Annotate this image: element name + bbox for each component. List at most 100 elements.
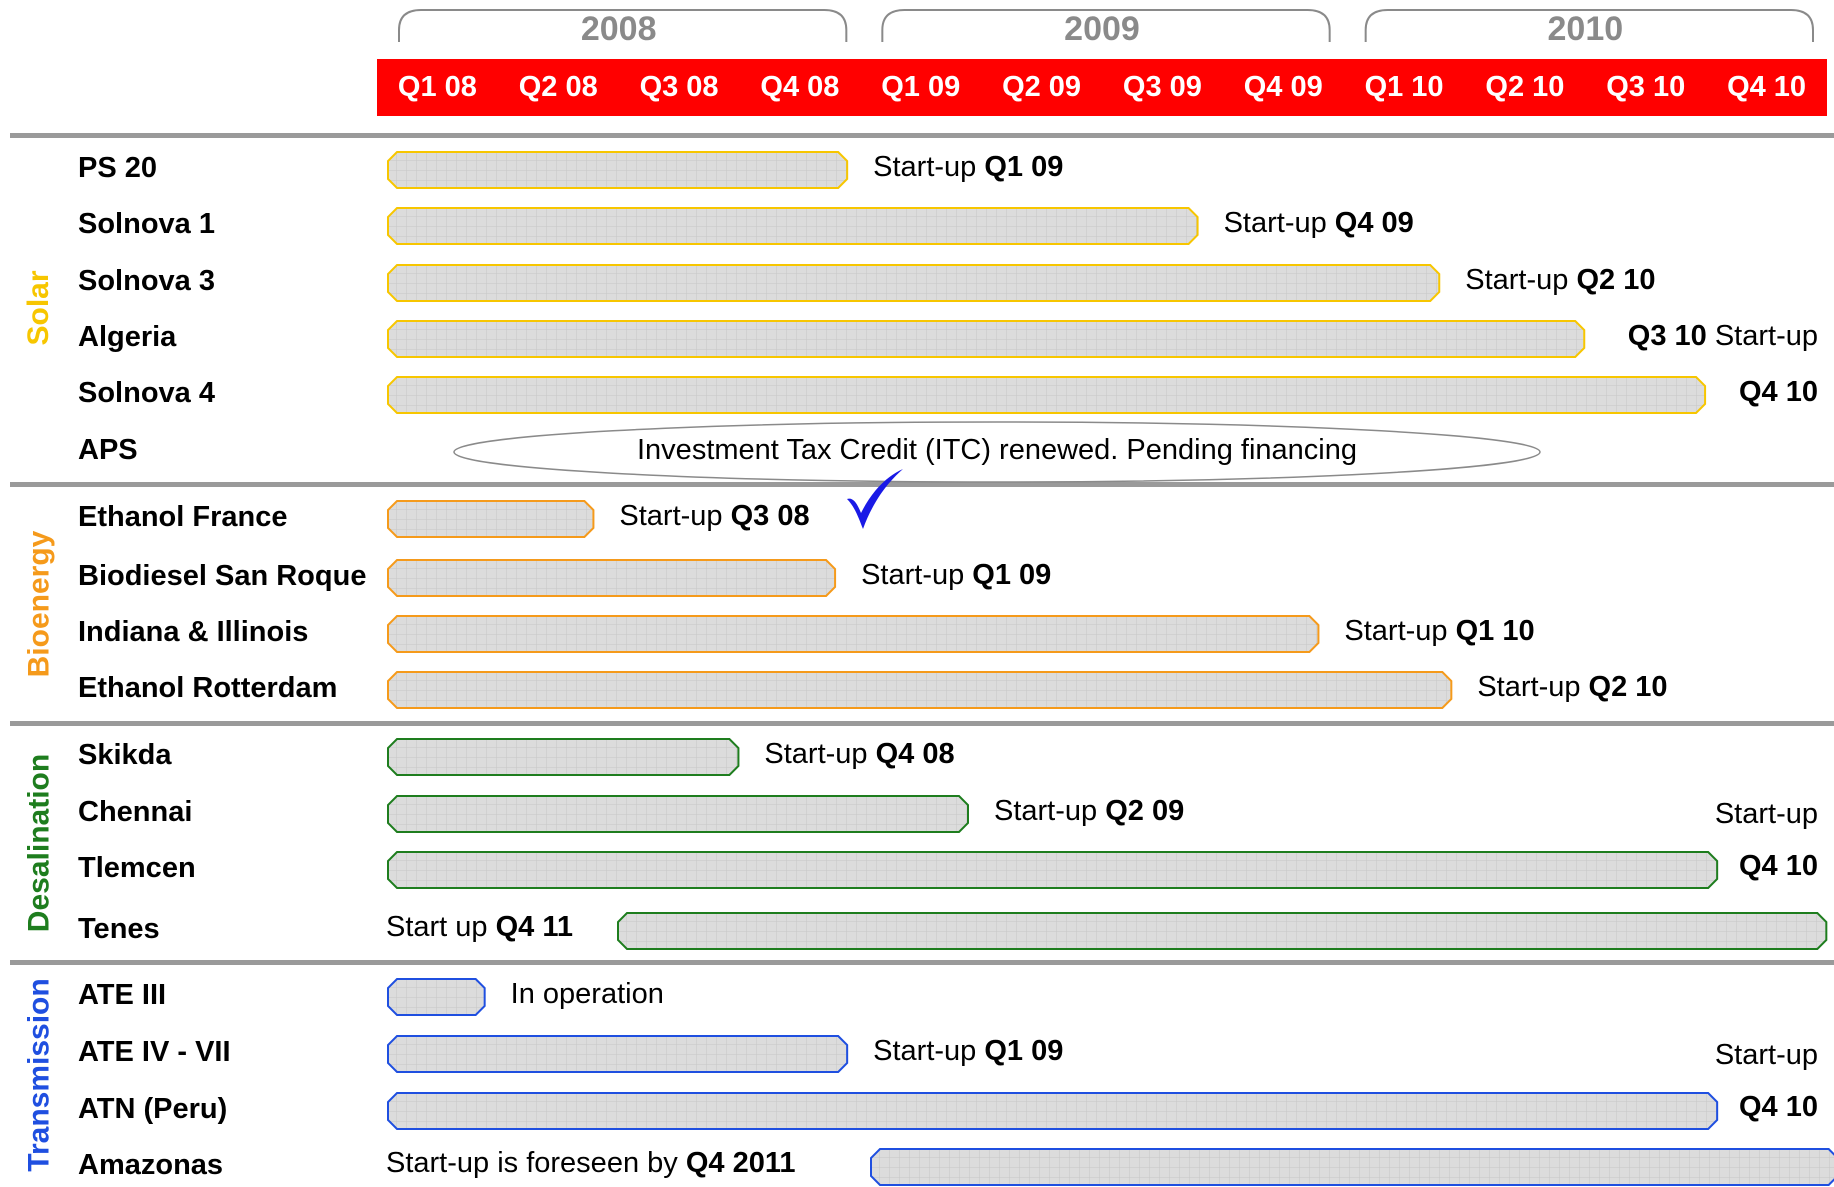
status-date: Q3 10 (1627, 320, 1707, 352)
status-prefix: Start-up is foreseen by (386, 1147, 686, 1179)
status-prefix: Start-up (1223, 207, 1335, 239)
quarter-label: Q4 09 (1243, 71, 1323, 103)
timeline-bar-shape (387, 851, 1719, 889)
status-prefix: In operation (510, 978, 664, 1010)
status-label: Q3 10 Start-up (1628, 320, 1818, 353)
status-date: Q4 08 (875, 738, 955, 770)
project-name: Chennai (78, 796, 193, 828)
status-label: Start-up Q2 09 (994, 795, 1184, 828)
project-name: Amazonas (78, 1149, 224, 1181)
timeline-bar-shape (387, 500, 595, 538)
note-text: Investment Tax Credit (ITC) renewed. Pen… (637, 434, 1357, 466)
status-date: Q2 10 (1588, 671, 1668, 703)
timeline-bar (387, 795, 969, 833)
status-prefix-above: Start-up (1714, 1039, 1818, 1071)
quarter-label: Q3 10 (1606, 71, 1686, 103)
status-label: Start-up is foreseen by Q4 2011 (386, 1147, 795, 1180)
status-prefix: Start-up (764, 738, 876, 770)
status-label: Start-up Q1 10 (1344, 615, 1534, 648)
project-name: ATE III (78, 979, 167, 1011)
timeline-bar-shape (387, 207, 1199, 245)
status-prefix: Start-up (1477, 671, 1589, 703)
status-label: Q4 10 (1739, 376, 1818, 409)
status-prefix: Start-up (619, 500, 731, 532)
timeline-bar-shape (387, 559, 837, 597)
timeline-bar (387, 1035, 849, 1073)
timeline-bar (870, 1148, 1834, 1186)
timeline-bar (387, 151, 849, 189)
project-name: PS 20 (78, 152, 157, 184)
timeline-bar (616, 912, 1827, 950)
project-name: Ethanol Rotterdam (78, 672, 338, 704)
check-icon (847, 469, 904, 529)
sector-label-desalination: Desalination (22, 753, 55, 932)
quarter-label: Q4 08 (760, 71, 840, 103)
timeline-bar (387, 207, 1199, 245)
project-name: Tenes (78, 913, 160, 945)
quarter-label: Q2 08 (518, 71, 598, 103)
timeline-bar-shape (870, 1148, 1834, 1186)
quarter-label: Q2 09 (1002, 71, 1082, 103)
project-name: Algeria (78, 321, 177, 353)
status-prefix: Start-up (1465, 264, 1577, 296)
status-label: Start-up Q2 10 (1477, 671, 1667, 704)
status-label: Start up Q4 11 (386, 911, 573, 944)
project-name: ATN (Peru) (78, 1093, 228, 1125)
status-date: Q4 10 (1739, 850, 1818, 882)
status-label: In operation (511, 978, 664, 1011)
timeline-bar-shape (616, 912, 1827, 950)
sector-label-transmission: Transmission (22, 977, 55, 1172)
timeline-bar-shape (387, 738, 740, 776)
quarter-label: Q1 10 (1364, 71, 1444, 103)
timeline-bar (387, 671, 1453, 709)
quarter-label: Q2 10 (1485, 71, 1565, 103)
project-name: Solnova 1 (78, 208, 215, 240)
timeline-bar (387, 738, 740, 776)
timeline-bar-shape (387, 1092, 1719, 1130)
timeline-bar-shape (387, 615, 1320, 653)
timeline-bar (387, 615, 1320, 653)
status-prefix-above: Start-up (1714, 798, 1818, 830)
timeline-bar (387, 559, 837, 597)
project-name: Solnova 3 (78, 265, 215, 297)
quarter-label: Q4 10 (1727, 71, 1807, 103)
timeline-bar (387, 851, 1719, 889)
status-date: Q1 09 (984, 151, 1064, 183)
status-label: Start-up Q4 08 (764, 738, 954, 771)
status-date: Q4 10 (1739, 376, 1818, 408)
timeline-bar (387, 320, 1586, 358)
year-label-2008: 2008 (580, 10, 657, 48)
quarter-label: Q1 08 (397, 71, 477, 103)
timeline-bar-shape (387, 320, 1586, 358)
year-label-2009: 2009 (1064, 10, 1140, 48)
status-label: Start-up Q2 10 (1465, 264, 1655, 297)
status-label: Start-up Q4 09 (1224, 207, 1414, 240)
status-date: Q4 10 (1739, 1091, 1818, 1123)
status-prefix: Start-up (873, 151, 985, 183)
timeline-bar-shape (387, 264, 1441, 302)
status-date: Q2 10 (1576, 264, 1656, 296)
timeline-bar-shape (387, 1035, 849, 1073)
project-name: APS (78, 434, 138, 466)
status-label: Start-up Q1 09 (873, 151, 1063, 184)
project-name: Biodiesel San Roque (78, 560, 367, 592)
status-date: Q3 08 (730, 500, 810, 532)
status-date: Q4 11 (495, 911, 574, 943)
project-name: Solnova 4 (78, 377, 215, 409)
project-name: Skikda (78, 739, 172, 771)
project-name: Ethanol France (78, 501, 288, 533)
quarter-label: Q3 08 (639, 71, 719, 103)
sector-label-bioenergy: Bioenergy (22, 530, 55, 677)
status-label: Start-up Q3 08 (619, 500, 809, 533)
quarter-label: Q1 09 (881, 71, 961, 103)
section-divider (10, 721, 1834, 726)
timeline-bar-shape (387, 795, 969, 833)
timeline-bar-shape (387, 151, 849, 189)
status-suffix: Start-up (1706, 320, 1818, 352)
timeline-bar-shape (387, 978, 486, 1016)
project-name: Indiana & Illinois (78, 616, 309, 648)
section-divider (10, 133, 1834, 138)
status-date: Q2 09 (1105, 795, 1185, 827)
status-date: Q1 09 (984, 1035, 1064, 1067)
status-label: Start-up Q1 09 (873, 1035, 1063, 1068)
